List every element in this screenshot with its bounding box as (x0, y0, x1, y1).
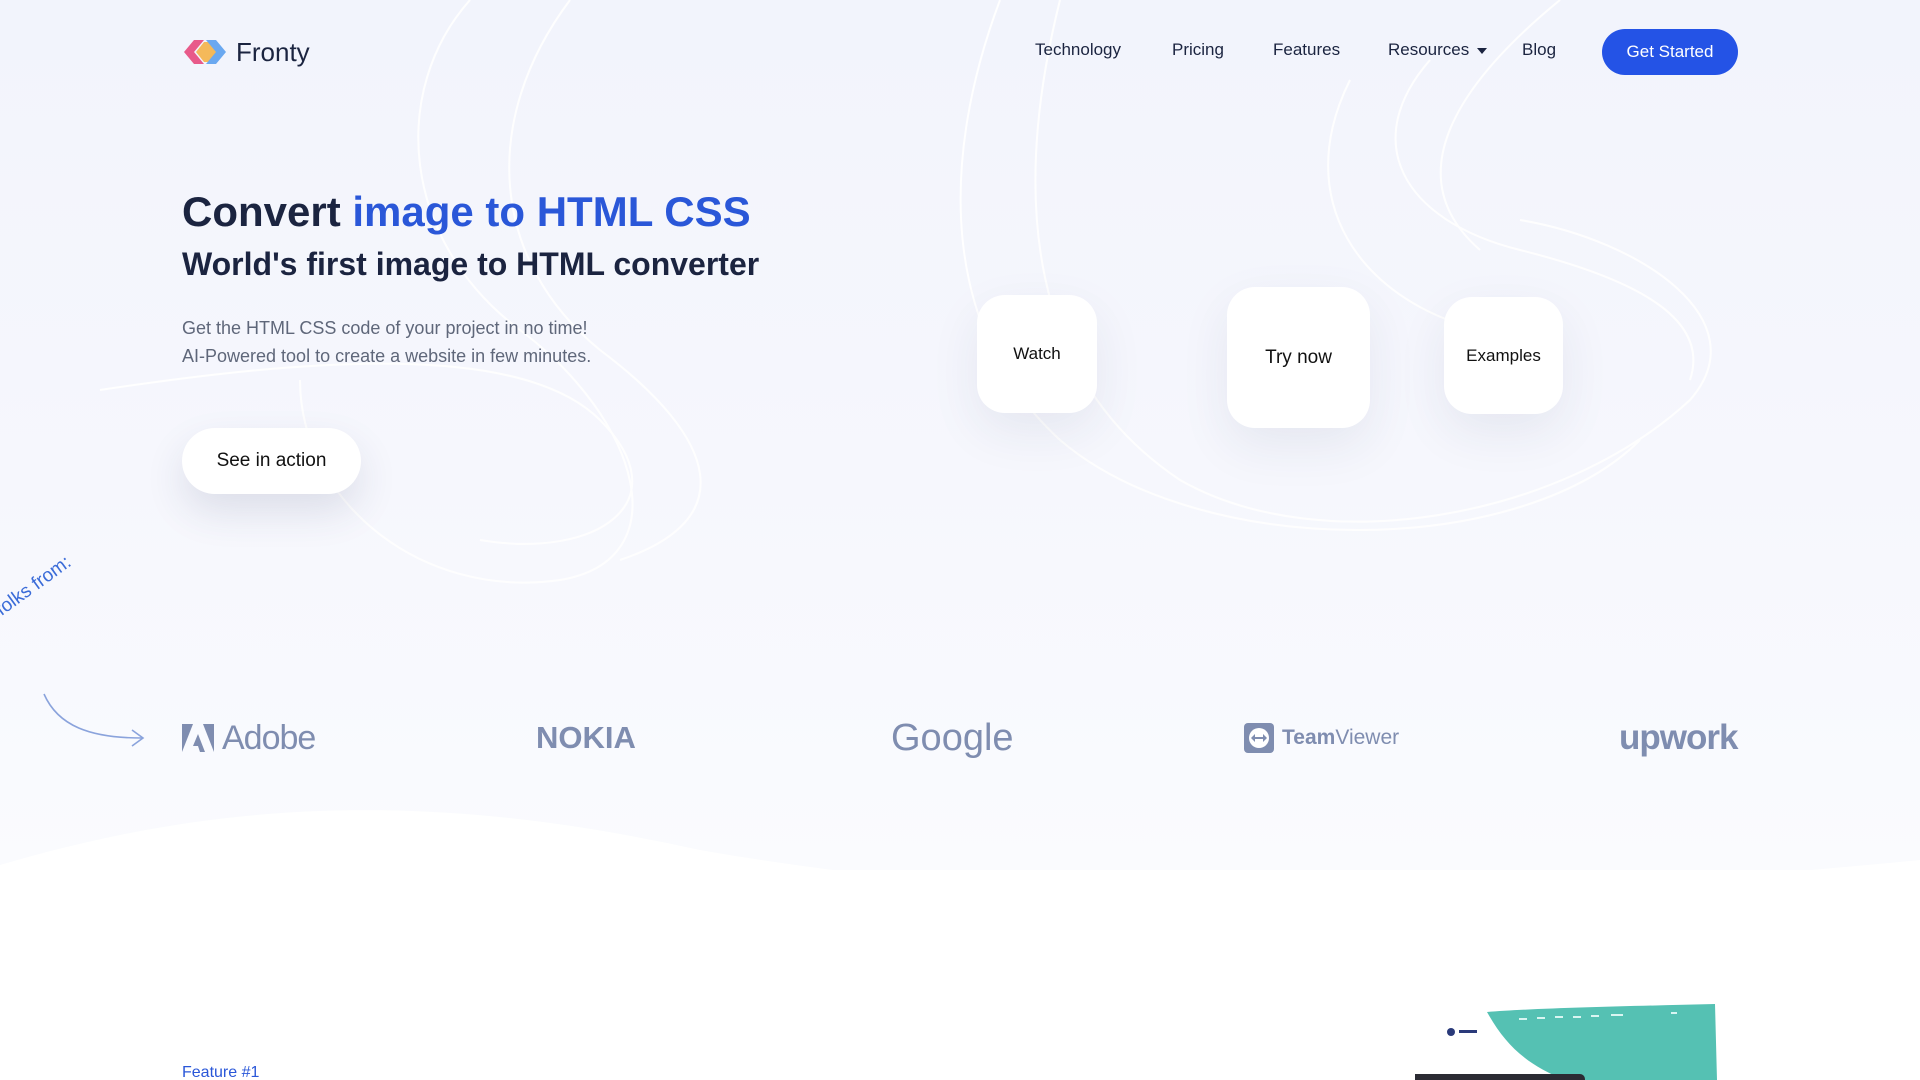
hero-description-line-1: Get the HTML CSS code of your project in… (182, 318, 588, 338)
teamviewer-wordmark-a: Team (1282, 726, 1336, 749)
feature-label: Feature #1 (182, 1064, 260, 1080)
hero-title-accent: image to HTML CSS (352, 188, 751, 235)
fronty-logo-icon (184, 40, 226, 64)
brand-logo[interactable]: Fronty (182, 36, 310, 68)
hero-subtitle: World's first image to HTML converter (182, 246, 760, 282)
feature-preview-image (1415, 1004, 1717, 1080)
nav-item-resources-label: Resources (1388, 40, 1470, 59)
teamviewer-mark-icon (1244, 723, 1274, 753)
hero-description-line-2: AI-Powered tool to create a website in f… (182, 346, 592, 366)
try-now-card[interactable]: Try now (1227, 287, 1370, 428)
hero-title: Convert image to HTML CSS (182, 188, 751, 236)
nav-item-resources[interactable]: Resources (1388, 40, 1488, 60)
get-started-button[interactable]: Get Started (1602, 29, 1738, 75)
watch-card[interactable]: Watch (977, 295, 1097, 413)
nav-item-pricing[interactable]: Pricing (1172, 40, 1224, 60)
caret-down-icon (1477, 47, 1488, 54)
upwork-logo: upwork (1619, 718, 1738, 757)
examples-card[interactable]: Examples (1444, 297, 1563, 414)
teamviewer-logo: Team Viewer (1243, 716, 1399, 760)
adobe-wordmark: Adobe (222, 718, 316, 757)
see-in-action-button[interactable]: See in action (182, 428, 361, 494)
google-logo: Google (891, 716, 1014, 759)
curved-arrow-icon (43, 693, 145, 747)
teamviewer-wordmark-b: Viewer (1335, 726, 1400, 749)
nokia-logo: NOKIA (536, 720, 636, 755)
adobe-logo: Adobe (182, 716, 316, 760)
hero-title-prefix: Convert (182, 188, 353, 235)
adobe-mark-icon (182, 724, 214, 752)
nav-item-technology[interactable]: Technology (1035, 40, 1121, 60)
nav-item-blog[interactable]: Blog (1522, 40, 1556, 60)
brand-name: Fronty (236, 36, 310, 67)
nav-item-features[interactable]: Features (1273, 40, 1340, 60)
